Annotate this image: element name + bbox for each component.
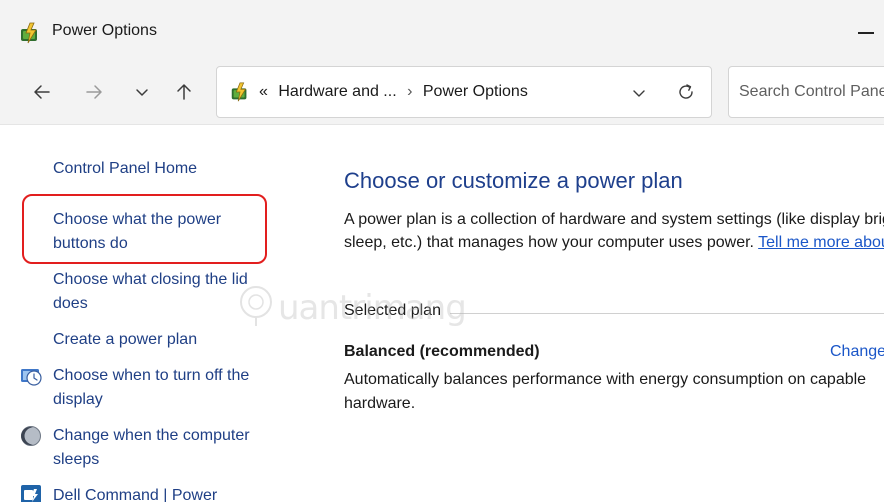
turn-off-display-link[interactable]: Choose when to turn off the display	[53, 364, 275, 412]
breadcrumb-hardware-and-sound[interactable]: Hardware and ...	[278, 83, 396, 100]
recent-locations-button[interactable]	[128, 78, 156, 106]
computer-sleeps-link[interactable]: Change when the computer sleeps	[53, 424, 275, 472]
back-button[interactable]	[28, 78, 56, 106]
plan-description-line-1: Automatically balances performance with …	[344, 371, 867, 388]
dell-command-icon	[21, 485, 41, 502]
description: A power plan is a collection of hardware…	[344, 208, 884, 254]
moon-icon	[21, 426, 41, 446]
plan-name: Balanced (recommended)	[344, 343, 540, 360]
breadcrumb-power-options[interactable]: Power Options	[423, 83, 528, 100]
plan-description-line-2: hardware.	[344, 395, 416, 412]
chevron-down-icon	[136, 89, 148, 96]
search-input[interactable]	[739, 79, 884, 105]
description-line-1: A power plan is a collection of hardware…	[344, 211, 884, 228]
control-panel-home-link[interactable]: Control Panel Home	[53, 157, 197, 181]
chevron-down-icon	[633, 90, 645, 97]
selected-plan-label: Selected plan	[344, 302, 447, 320]
description-line-2: sleep, etc.) that manages how your compu…	[344, 234, 759, 251]
breadcrumb: « Hardware and ... › Power Options	[259, 83, 528, 101]
arrow-right-icon	[86, 85, 102, 99]
refresh-icon	[679, 84, 693, 99]
arrow-up-icon	[177, 84, 191, 100]
arrow-left-icon	[34, 85, 50, 99]
dell-command-power-link[interactable]: Dell Command | Power	[53, 484, 217, 502]
search-box[interactable]	[728, 66, 884, 118]
create-power-plan-link[interactable]: Create a power plan	[53, 328, 197, 352]
title-bar: Power Options	[0, 0, 884, 62]
left-pane: Control Panel Home Choose what the power…	[0, 124, 300, 502]
display-clock-icon	[21, 369, 42, 386]
power-options-icon	[21, 22, 37, 44]
navigation-bar: « Hardware and ... › Power Options	[0, 62, 884, 125]
choose-power-buttons-link[interactable]: Choose what the power buttons do	[53, 208, 275, 256]
power-options-window: Power Options « Hardware and ... › Power…	[0, 0, 884, 502]
plan-description: Automatically balances performance with …	[344, 368, 884, 416]
power-options-icon	[231, 82, 247, 102]
forward-button[interactable]	[80, 78, 108, 106]
breadcrumb-overflow[interactable]: «	[259, 83, 268, 100]
window-title: Power Options	[52, 22, 157, 39]
group-divider	[450, 313, 884, 314]
refresh-button[interactable]	[673, 79, 699, 105]
address-bar[interactable]: « Hardware and ... › Power Options	[216, 66, 712, 118]
address-dropdown-button[interactable]	[627, 81, 651, 105]
main-pane: Choose or customize a power plan A power…	[330, 124, 884, 502]
choose-closing-lid-link[interactable]: Choose what closing the lid does	[53, 268, 275, 316]
page-title: Choose or customize a power plan	[344, 168, 683, 193]
up-button[interactable]	[170, 78, 198, 106]
breadcrumb-separator[interactable]: ›	[407, 83, 412, 100]
tell-me-more-link[interactable]: Tell me more about power plans	[758, 234, 884, 251]
minimize-button[interactable]	[858, 32, 874, 34]
change-plan-settings-link[interactable]: Change plan settings	[830, 343, 884, 361]
